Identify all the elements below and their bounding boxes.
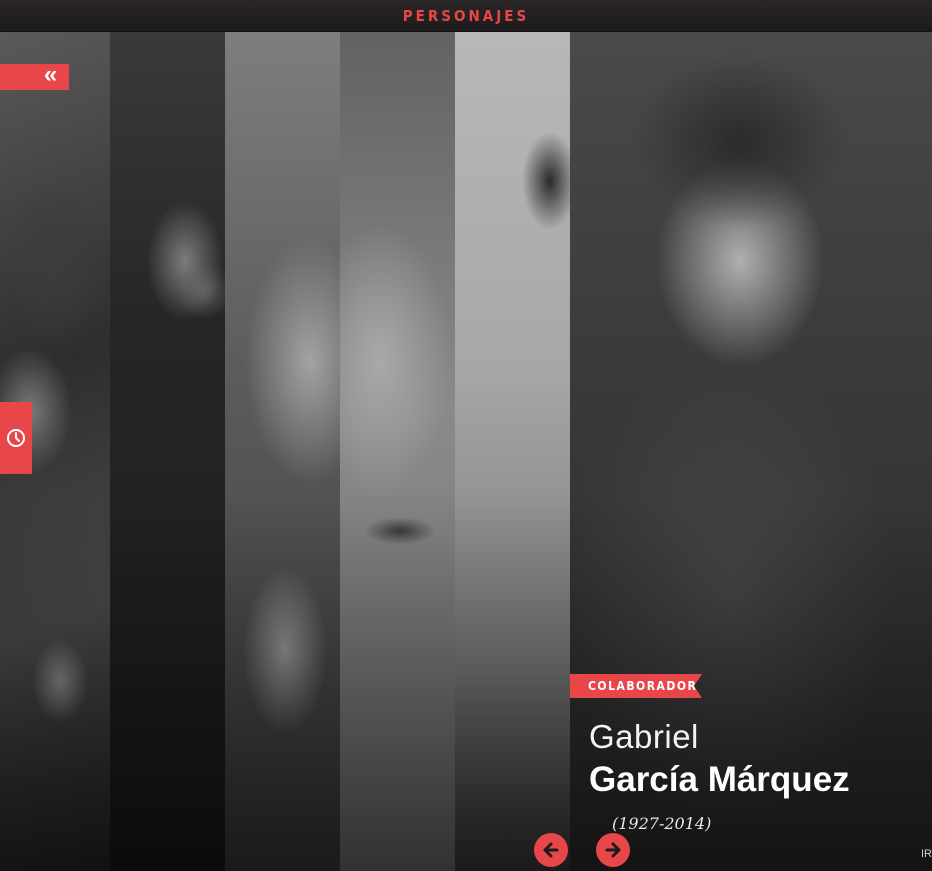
- collapse-button[interactable]: «: [0, 61, 69, 90]
- top-bar: PERSONAJES: [0, 0, 932, 32]
- character-years: (1927-2014): [612, 814, 712, 833]
- character-first-name: Gabriel: [589, 718, 699, 755]
- character-last-name: García Márquez: [589, 760, 850, 799]
- arrow-right-icon: [605, 842, 621, 858]
- role-badge: COLABORADOR: [570, 674, 702, 698]
- character-strip[interactable]: [110, 31, 225, 871]
- character-strip[interactable]: [340, 31, 455, 871]
- character-strip[interactable]: [455, 31, 570, 871]
- next-button[interactable]: [596, 833, 630, 867]
- arrow-left-icon: [543, 842, 559, 858]
- character-strip[interactable]: [225, 31, 340, 871]
- timeline-button[interactable]: [0, 402, 32, 474]
- characters-gallery: PERSONAJES « COLABORADOR Gabriel García …: [0, 0, 932, 871]
- double-chevron-left-icon: «: [43, 61, 58, 88]
- clock-icon: [7, 429, 25, 447]
- more-link[interactable]: IR: [921, 848, 932, 860]
- page-title: PERSONAJES: [402, 6, 530, 25]
- previous-button[interactable]: [534, 833, 568, 867]
